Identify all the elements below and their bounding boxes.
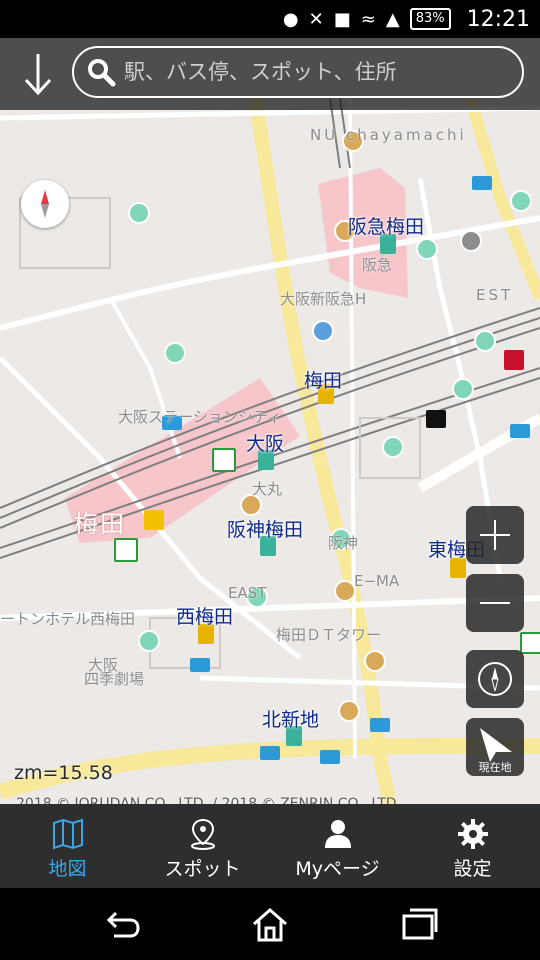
recent-apps-icon[interactable]: [398, 902, 442, 946]
plus-icon: [480, 520, 510, 550]
tab-label: Myページ: [295, 858, 380, 880]
mcdonalds-icon[interactable]: [144, 510, 164, 530]
current-location-label: 現在地: [478, 761, 512, 774]
mute-icon: ✕: [308, 8, 324, 30]
station-label[interactable]: 阪急梅田: [348, 212, 424, 239]
tab-label: 地図: [48, 858, 87, 880]
zoom-out-button[interactable]: [466, 574, 524, 632]
familymart-icon[interactable]: [190, 658, 210, 672]
area-label: EST: [476, 286, 514, 304]
station-label[interactable]: 阪神梅田: [227, 515, 303, 542]
person-icon: [324, 820, 351, 848]
tab-label: スポット: [164, 858, 241, 880]
station-label[interactable]: 大阪: [246, 429, 284, 456]
map-icon: [52, 818, 83, 850]
zoom-in-button[interactable]: [466, 506, 524, 564]
area-label: 阪神: [328, 534, 359, 552]
station-label[interactable]: 梅田: [304, 366, 342, 393]
restaurant-icon[interactable]: [338, 700, 360, 722]
search-icon: [86, 57, 116, 87]
school-icon[interactable]: [460, 230, 482, 252]
familymart-icon[interactable]: [260, 746, 280, 760]
location-icon: ●: [282, 8, 299, 30]
current-location-button[interactable]: 現在地: [466, 718, 524, 776]
area-label: 梅田ＤＴタワー: [276, 626, 382, 644]
area-label: 四季劇場: [84, 670, 145, 688]
area-label: E−MA: [354, 572, 400, 590]
down-arrow-icon: [24, 54, 52, 96]
pin-icon: [190, 818, 215, 850]
police-icon[interactable]: [312, 320, 334, 342]
shop-icon[interactable]: [416, 238, 438, 260]
battery-indicator: 83%: [409, 8, 451, 30]
shop-icon[interactable]: [128, 202, 150, 224]
shop-icon[interactable]: [382, 436, 404, 458]
area-label: 阪急: [362, 256, 393, 274]
shop-sign-icon[interactable]: [426, 410, 446, 428]
home-icon[interactable]: [248, 902, 292, 946]
area-label: 大阪ステーションシティ: [118, 408, 282, 426]
minus-icon: [480, 602, 510, 604]
system-nav-bar: [0, 888, 540, 960]
tab-bar: 地図 スポット Myページ 設定: [0, 804, 540, 888]
zoom-level-text: zm=15.58: [14, 762, 113, 784]
familymart-icon[interactable]: [510, 424, 530, 438]
station-label[interactable]: 北新地: [262, 705, 319, 732]
area-label: 梅田: [74, 510, 126, 538]
area-label: 大阪新阪急H: [280, 290, 367, 308]
sim-icon: ■: [333, 8, 351, 30]
area-label: EAST: [228, 584, 267, 602]
area-label: ートンホテル西梅田: [0, 610, 136, 628]
station-label[interactable]: 西梅田: [176, 602, 233, 629]
restaurant-icon[interactable]: [364, 650, 386, 672]
clock: 12:21: [466, 6, 530, 32]
seven-eleven-icon[interactable]: [114, 538, 138, 562]
shop-icon[interactable]: [510, 190, 532, 212]
shop-icon[interactable]: [138, 630, 160, 652]
search-box[interactable]: [72, 46, 524, 98]
back-icon[interactable]: [100, 902, 144, 946]
copyright-text: 2018 © JORUDAN CO., LTD. / 2018 © ZENRIN…: [16, 796, 401, 804]
tab-settings[interactable]: 設定: [405, 804, 540, 888]
shop-icon[interactable]: [452, 378, 474, 400]
down-arrow-button[interactable]: [18, 50, 58, 98]
gear-icon: [457, 819, 488, 849]
tab-spot[interactable]: スポット: [135, 804, 270, 888]
orientation-button[interactable]: [466, 650, 524, 708]
search-input[interactable]: [122, 59, 522, 85]
wifi-icon: ≈: [360, 8, 376, 30]
compass-needle-icon: [41, 190, 49, 218]
signal-icon: ▲: [385, 8, 400, 30]
tab-label: 設定: [453, 858, 492, 880]
area-label: NU chayamachi: [310, 126, 467, 144]
compass-button[interactable]: [21, 180, 69, 228]
kfc-icon[interactable]: [504, 350, 524, 370]
top-bar: [0, 38, 540, 110]
familymart-icon[interactable]: [370, 718, 390, 732]
shop-icon[interactable]: [474, 330, 496, 352]
tab-map[interactable]: 地図: [0, 804, 135, 888]
status-bar: ● ✕ ■ ≈ ▲ 83% 12:21: [0, 0, 540, 38]
map-view[interactable]: 阪急梅田 梅田 大阪 阪神梅田 東梅田 西梅田 北新地 阪急 大阪新阪急H 大阪…: [0, 38, 540, 804]
cafe-icon[interactable]: [334, 580, 356, 602]
familymart-icon[interactable]: [320, 750, 340, 764]
shop-icon[interactable]: [164, 342, 186, 364]
tab-mypage[interactable]: Myページ: [270, 804, 405, 888]
compass-icon: [478, 662, 512, 696]
seven-eleven-icon[interactable]: [212, 448, 236, 472]
area-label: 大丸: [252, 480, 283, 498]
familymart-icon[interactable]: [472, 176, 492, 190]
